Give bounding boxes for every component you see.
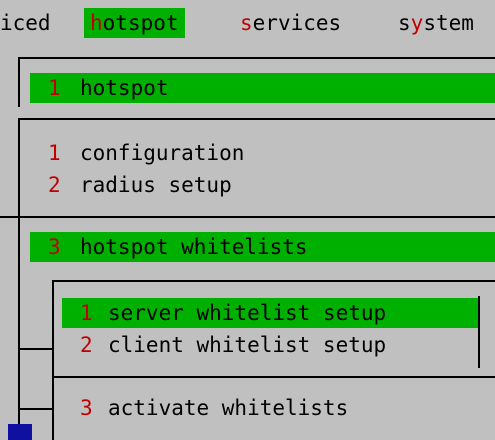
menubar-item-system[interactable]: system: [398, 8, 474, 38]
menu-item-number: 2: [80, 333, 93, 357]
menu-item-number: 1: [80, 301, 93, 325]
menubar-hotkey: h: [90, 11, 103, 35]
menu-item-label: hotspot whitelists: [80, 235, 308, 259]
menu-item-label: activate whitelists: [108, 396, 349, 420]
menu-item-configuration[interactable]: 1 configuration: [30, 138, 495, 168]
menu-item-radius-setup[interactable]: 2 radius setup: [30, 170, 495, 200]
menu-item-client-whitelist-setup[interactable]: 2 client whitelist setup: [62, 330, 479, 360]
menubar-item-label-rest: ervices: [252, 11, 342, 35]
menu-item-label: radius setup: [80, 173, 232, 197]
menu-item-label: configuration: [80, 141, 245, 165]
menu-item-number: 3: [48, 235, 61, 259]
menu-item-label: server whitelist setup: [108, 301, 387, 325]
menu-item-number: 1: [48, 141, 61, 165]
menu-item-label: client whitelist setup: [108, 333, 387, 357]
menubar-item-advanced[interactable]: iced: [0, 8, 51, 38]
menu-item-right-border: [478, 296, 480, 368]
menubar-item-services[interactable]: services: [240, 8, 341, 38]
menu-item-server-whitelist-setup[interactable]: 1 server whitelist setup: [62, 298, 479, 328]
menubar-hotkey: y: [410, 11, 424, 35]
menu-submenu-top-border: [18, 118, 495, 120]
menubar-hotkey: s: [240, 11, 253, 35]
menu-tree-connector: [20, 408, 52, 410]
menubar-item-label: iced: [0, 11, 51, 35]
menubar-item-label-rest: s: [398, 11, 411, 35]
menubar-item-hotspot[interactable]: hotspot: [84, 8, 185, 38]
menubar-item-label-rest: stem: [423, 11, 474, 35]
cursor-block: [8, 424, 32, 440]
menu-separator: [0, 216, 495, 218]
menu-submenu-left-border: [18, 118, 20, 440]
menu-tree-connector: [20, 348, 52, 350]
menu-hotspot-header[interactable]: 1 hotspot: [30, 73, 495, 103]
menu-item-number: 3: [80, 396, 93, 420]
menu-separator: [52, 376, 495, 378]
menu-item-number: 1: [48, 76, 61, 100]
menu-item-label: hotspot: [80, 76, 169, 100]
menu-item-activate-whitelists[interactable]: 3 activate whitelists: [62, 393, 479, 423]
menu-item-hotspot-whitelists[interactable]: 3 hotspot whitelists: [30, 232, 495, 262]
menubar-item-label-rest: otspot: [102, 11, 179, 35]
menu-item-number: 2: [48, 173, 61, 197]
